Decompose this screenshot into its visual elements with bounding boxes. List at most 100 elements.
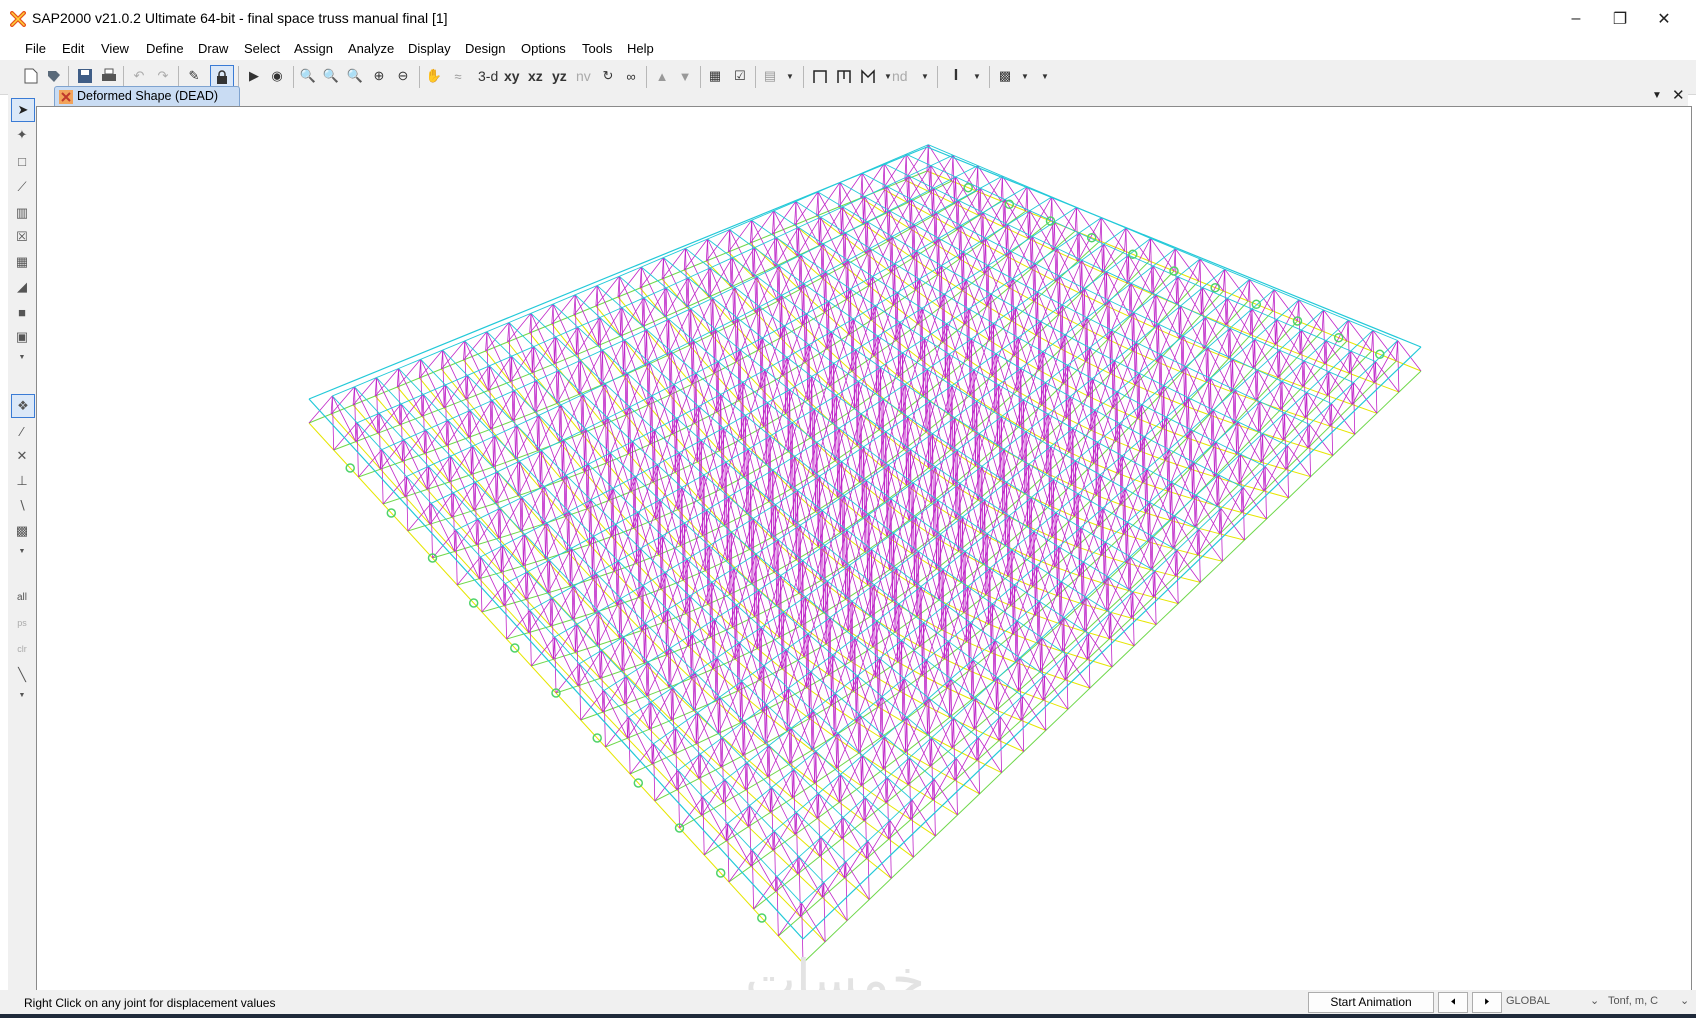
previous-selection-icon[interactable]: ps [11,612,33,634]
units-select[interactable]: Tonf, m, C ⌄ [1608,992,1692,1011]
diagonal-member [860,736,886,787]
menu-define[interactable]: Define [146,41,184,56]
coord-system-select[interactable]: GLOBAL ⌄ [1506,992,1602,1011]
diagonal-member [653,743,656,802]
diagonal-member [486,331,489,391]
print-icon[interactable] [98,65,120,87]
diagonal-member [910,778,935,820]
draw-link-icon[interactable]: ▦ [11,251,33,273]
menu-draw[interactable]: Draw [198,41,228,56]
zoom-restore-icon[interactable]: 🔍 [320,65,342,87]
view-xz-button[interactable]: xz [528,68,543,84]
check-box-icon[interactable]: ☑ [729,65,751,87]
menu-file[interactable]: File [25,41,46,56]
close-icon[interactable]: ✕ [1642,4,1686,34]
restore-icon[interactable]: ❐ [1598,4,1642,34]
select-all-icon[interactable]: all [11,586,33,608]
bottom-chord [1153,575,1176,598]
zoom-window-icon[interactable]: 🔍 [297,65,319,87]
chevron-down-icon-4[interactable]: ▼ [966,65,988,87]
reshape-icon[interactable]: ✦ [11,124,33,146]
save-icon[interactable] [74,65,96,87]
snap-intersection-icon[interactable]: ✕ [11,445,33,467]
quick-draw-frame-icon[interactable]: ▥ [11,202,33,224]
chevron-down-icon-3[interactable]: ▼ [914,65,936,87]
menu-select[interactable]: Select [244,41,280,56]
intersecting-line-select-icon[interactable]: ╲ [11,664,33,686]
bottom-chord [308,413,332,424]
bottom-chord [1102,250,1125,273]
bottom-chord [1236,431,1259,455]
frame-icon[interactable] [809,65,831,87]
previous-arrow-icon[interactable]: 🢐 [1438,992,1468,1013]
pencil-icon[interactable]: ✎ [183,65,205,87]
view-yz-button[interactable]: yz [552,68,567,84]
new-file-icon[interactable] [20,65,42,87]
undo-icon[interactable]: ↶ [128,65,150,87]
diagonal-member [676,753,701,791]
snap-perpendicular-icon[interactable]: ⊥ [11,470,33,492]
toolbar-overflow-icon[interactable]: ▼ [1034,65,1056,87]
menu-view[interactable]: View [101,41,129,56]
truss-icon[interactable] [857,65,879,87]
move-down-icon[interactable]: ▼ [674,65,696,87]
diagonal-member [406,476,409,532]
draw-joint-icon[interactable]: □ [11,150,33,172]
zoom-full-icon[interactable]: 🔍 [344,65,366,87]
close-view-icon[interactable]: ✕ [1672,86,1685,104]
snap-joints-icon[interactable]: ❖ [11,394,35,418]
zoom-in-icon[interactable]: ⊕ [368,65,390,87]
perspective-glasses-icon[interactable]: ∞ [620,65,642,87]
set-display-options-icon[interactable]: ▦ [704,65,726,87]
pan-hand-icon[interactable]: ✋ [423,65,445,87]
i-section-icon[interactable]: I [945,65,967,87]
quick-draw-brace-icon[interactable]: ☒ [11,226,33,248]
left-chevron-down-icon[interactable]: ▼ [11,346,33,368]
menu-options[interactable]: Options [521,41,566,56]
rotate-icon[interactable]: ↻ [597,65,619,87]
area-section-icon[interactable]: ▩ [994,65,1016,87]
chevron-down-icon-5[interactable]: ▼ [1014,65,1036,87]
walk-icon[interactable]: ≈ [447,65,469,87]
left-chevron-down-icon-2[interactable]: ▼ [11,540,33,562]
run-now-icon[interactable]: ◉ [266,65,288,87]
quick-draw-area-icon[interactable]: ▣ [11,326,33,348]
start-animation-button[interactable]: Start Animation [1308,992,1434,1013]
menu-assign[interactable]: Assign [294,41,333,56]
model-canvas[interactable] [36,106,1692,992]
snap-midpoint-icon[interactable]: ∕ [11,420,33,442]
menu-tools[interactable]: Tools [582,41,612,56]
draw-poly-area-icon[interactable]: ◢ [11,276,33,298]
next-arrow-icon[interactable]: 🢒 [1472,992,1502,1013]
view-nv-button[interactable]: nv [576,68,591,84]
zoom-out-icon[interactable]: ⊖ [392,65,414,87]
run-analysis-icon[interactable]: ▶ [243,65,265,87]
open-file-icon[interactable] [43,65,65,87]
draw-rect-area-icon[interactable]: ■ [11,301,33,323]
clear-selection-icon[interactable]: clr [11,638,33,660]
nd-button[interactable]: nd [892,68,908,84]
bottom-chord [679,827,705,856]
chevron-down-icon[interactable]: ▼ [779,65,801,87]
display-dropdown-icon[interactable]: ▤ [759,65,781,87]
snap-lines-icon[interactable]: ∖ [11,495,33,517]
menu-analyze[interactable]: Analyze [348,41,394,56]
minimize-icon[interactable]: – [1554,4,1598,34]
draw-frame-icon[interactable]: ⟋ [11,176,33,198]
menu-display[interactable]: Display [408,41,451,56]
tab-deformed-shape[interactable]: Deformed Shape (DEAD) [54,86,240,107]
move-up-icon[interactable]: ▲ [651,65,673,87]
diagonal-member [886,777,890,840]
frame-bay-icon[interactable] [833,65,855,87]
view-3d-button[interactable]: 3-d [478,68,498,84]
pointer-icon[interactable]: ➤ [11,98,35,122]
left-chevron-down-icon-3[interactable]: ▼ [11,684,33,706]
redo-icon[interactable]: ↷ [152,65,174,87]
snap-grid-icon[interactable]: ▩ [11,520,33,542]
menu-help[interactable]: Help [627,41,654,56]
menu-design[interactable]: Design [465,41,505,56]
window-list-dropdown-icon[interactable]: ▼ [1652,90,1662,101]
top-chord [1281,360,1305,382]
menu-edit[interactable]: Edit [62,41,84,56]
view-xy-button[interactable]: xy [504,68,520,84]
